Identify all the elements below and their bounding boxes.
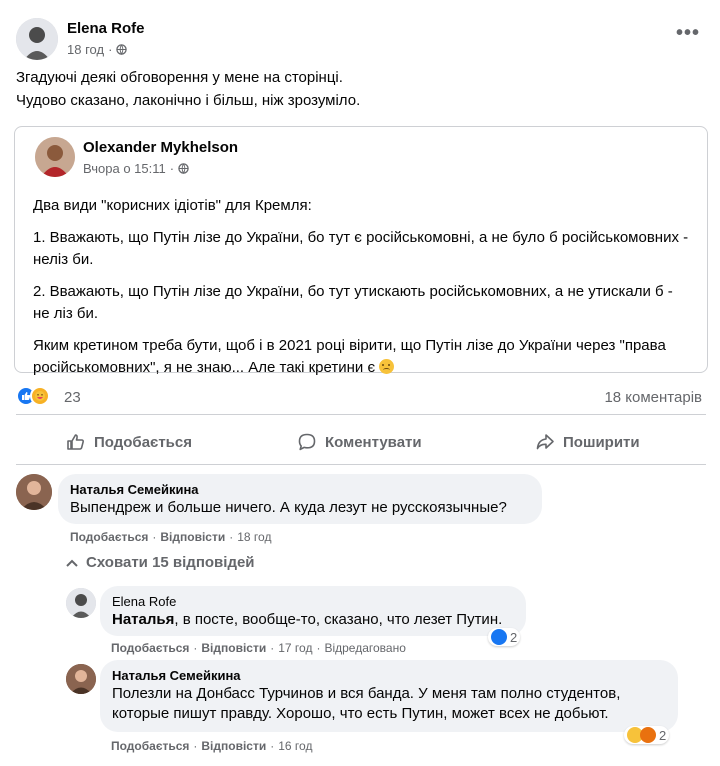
post-text-line: Згадуючі деякі обговорення у мене на сто… [16, 69, 343, 86]
comment-icon [298, 433, 316, 451]
reply-reaction-count: 2 [510, 629, 518, 645]
share-icon [536, 434, 554, 450]
reply-avatar[interactable] [66, 664, 96, 694]
author-avatar[interactable] [16, 18, 58, 60]
like-button[interactable]: Подобається [66, 428, 192, 456]
divider [16, 464, 706, 465]
comment-author[interactable]: Наталья Семейкина [70, 482, 530, 498]
comment-bubble: Наталья Семейкина Выпендреж и больше нич… [58, 474, 542, 524]
reply-reactions[interactable]: 2 [488, 628, 521, 646]
reply-bubble: Elena Rofe Наталья, в посте, вообще-то, … [100, 586, 526, 636]
shared-author-name[interactable]: Olexander Mykhelson [83, 139, 238, 156]
comment-label: Коментувати [325, 433, 422, 451]
post-time[interactable]: 18 год [67, 42, 104, 57]
more-options-icon[interactable]: ••• [676, 22, 700, 45]
post-text-line: Чудово сказано, лаконічно і більш, ніж з… [16, 92, 361, 109]
shared-post-text: Два види "корисних ідіотів" для Кремля: … [33, 195, 693, 389]
reply-reply-link[interactable]: Відповісти [201, 641, 266, 655]
shared-author-avatar[interactable] [35, 137, 75, 177]
reply-bubble: Наталья Семейкина Полезли на Донбасс Тур… [100, 660, 678, 732]
comments-count[interactable]: 18 коментарів [604, 389, 702, 406]
shared-paragraph-last: Яким кретином треба бути, щоб і в 2021 р… [33, 337, 666, 376]
reply-like-link[interactable]: Подобається [111, 641, 189, 655]
shared-meta: Вчора о 15:11 · [83, 161, 189, 176]
sad-face-emoji-icon [379, 359, 395, 374]
commenter-avatar[interactable] [16, 474, 52, 510]
shared-post-card[interactable]: Olexander Mykhelson Вчора о 15:11 · Два … [14, 126, 708, 376]
comment-actions: Подобається · Відповісти · 18 год [70, 530, 272, 544]
reply-time[interactable]: 16 год [278, 739, 312, 753]
post-author-name[interactable]: Elena Rofe [67, 20, 145, 37]
reply-avatar[interactable] [66, 588, 96, 618]
hide-replies-toggle[interactable]: Сховати 15 відповідей [66, 554, 255, 571]
share-button[interactable]: Поширити [535, 428, 640, 456]
like-reaction-icon [491, 629, 507, 645]
reply-actions: Подобається · Відповісти · 16 год [111, 739, 313, 753]
mention-tag[interactable]: Наталья [112, 611, 174, 628]
reply-reactions[interactable]: 2 [624, 726, 670, 744]
reaction-icons[interactable] [16, 386, 50, 406]
globe-icon [116, 44, 128, 55]
reply-text: Наталья, в посте, вообще-то, сказано, чт… [112, 611, 503, 628]
comment-button[interactable]: Коментувати [297, 428, 422, 456]
comment-text: Выпендреж и больше ничего. А куда лезут … [70, 499, 507, 516]
like-label: Подобається [94, 433, 192, 451]
reply-author[interactable]: Наталья Семейкина [112, 668, 666, 684]
reaction-count[interactable]: 23 [64, 389, 81, 406]
divider [16, 414, 706, 415]
comment-like-link[interactable]: Подобається [70, 530, 148, 544]
reply-actions: Подобається · Відповісти · 17 год · Відр… [111, 641, 406, 655]
shared-time[interactable]: Вчора о 15:11 [83, 161, 166, 176]
post-text: Згадуючі деякі обговорення у мене на сто… [16, 66, 696, 112]
reply-reaction-count: 2 [659, 727, 667, 743]
angry-reaction-icon [640, 727, 656, 743]
thumbs-up-icon [67, 434, 84, 450]
reply-reply-link[interactable]: Відповісти [201, 739, 266, 753]
globe-icon [178, 163, 189, 174]
care-reaction-icon [30, 386, 50, 406]
reply-time[interactable]: 17 год [278, 641, 312, 655]
reply-text-line: Полезли на Донбасс Турчинов и вся банда.… [112, 685, 621, 702]
chevron-up-icon [66, 559, 78, 567]
reply-like-link[interactable]: Подобається [111, 739, 189, 753]
reactions-summary: 23 18 коментарів [16, 386, 706, 408]
comment-time[interactable]: 18 год [237, 530, 271, 544]
reply-text-line: которые пишут правду. Хорошо, что есть П… [112, 705, 609, 722]
reply-author[interactable]: Elena Rofe [112, 594, 514, 610]
share-label: Поширити [563, 433, 640, 451]
shared-paragraph: 1. Вважають, що Путін лізе до України, б… [33, 229, 689, 268]
comment-reply-link[interactable]: Відповісти [160, 530, 225, 544]
hide-replies-label: Сховати 15 відповідей [86, 554, 255, 571]
edited-label: Відредаговано [324, 641, 406, 655]
shared-paragraph: Два види "корисних ідіотів" для Кремля: [33, 197, 312, 214]
post-meta: 18 год · [67, 42, 128, 57]
shared-paragraph: 2. Вважають, що Путін лізе до України, б… [33, 283, 673, 322]
